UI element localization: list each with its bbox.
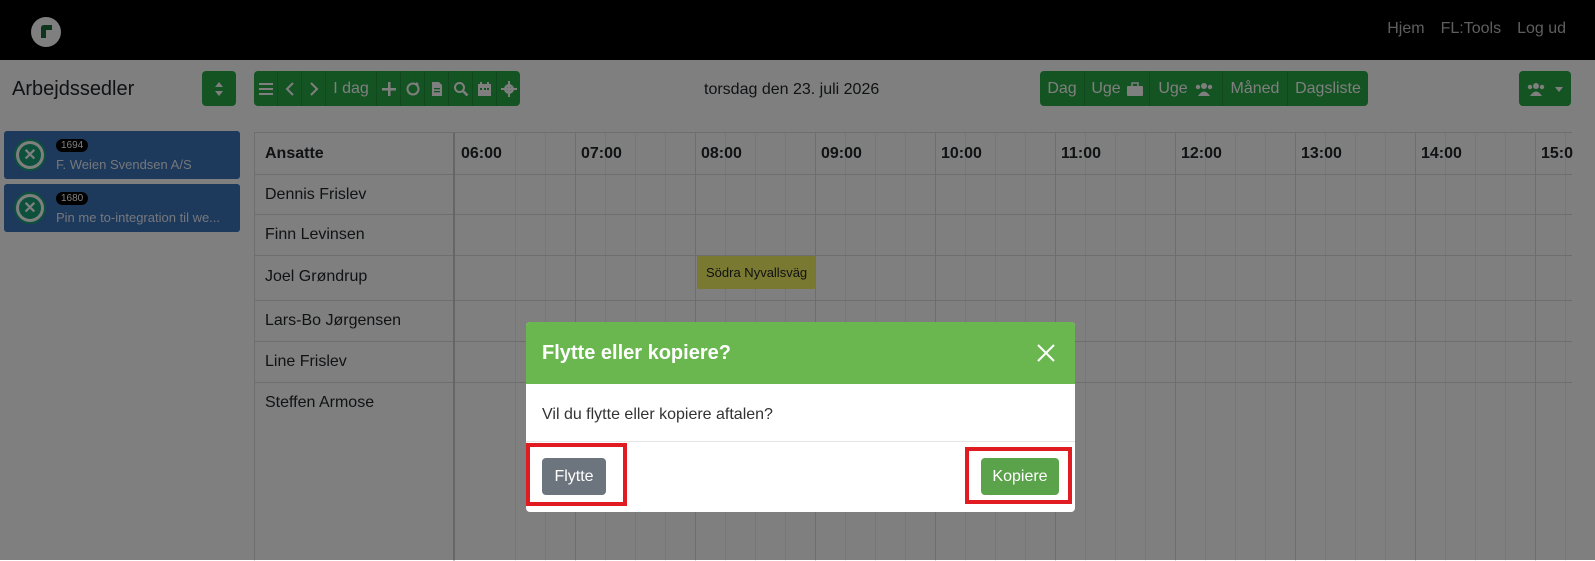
- dialog-title: Flytte eller kopiere?: [542, 342, 731, 364]
- copy-button-highlight: [965, 447, 1072, 504]
- dialog-message: Vil du flytte eller kopiere aftalen?: [542, 406, 773, 423]
- close-dialog-button[interactable]: [1033, 340, 1059, 366]
- dialog-divider: [526, 441, 1075, 442]
- close-icon: [1037, 344, 1055, 362]
- move-button-highlight: [526, 443, 627, 506]
- dialog-header: Flytte eller kopiere?: [526, 322, 1075, 384]
